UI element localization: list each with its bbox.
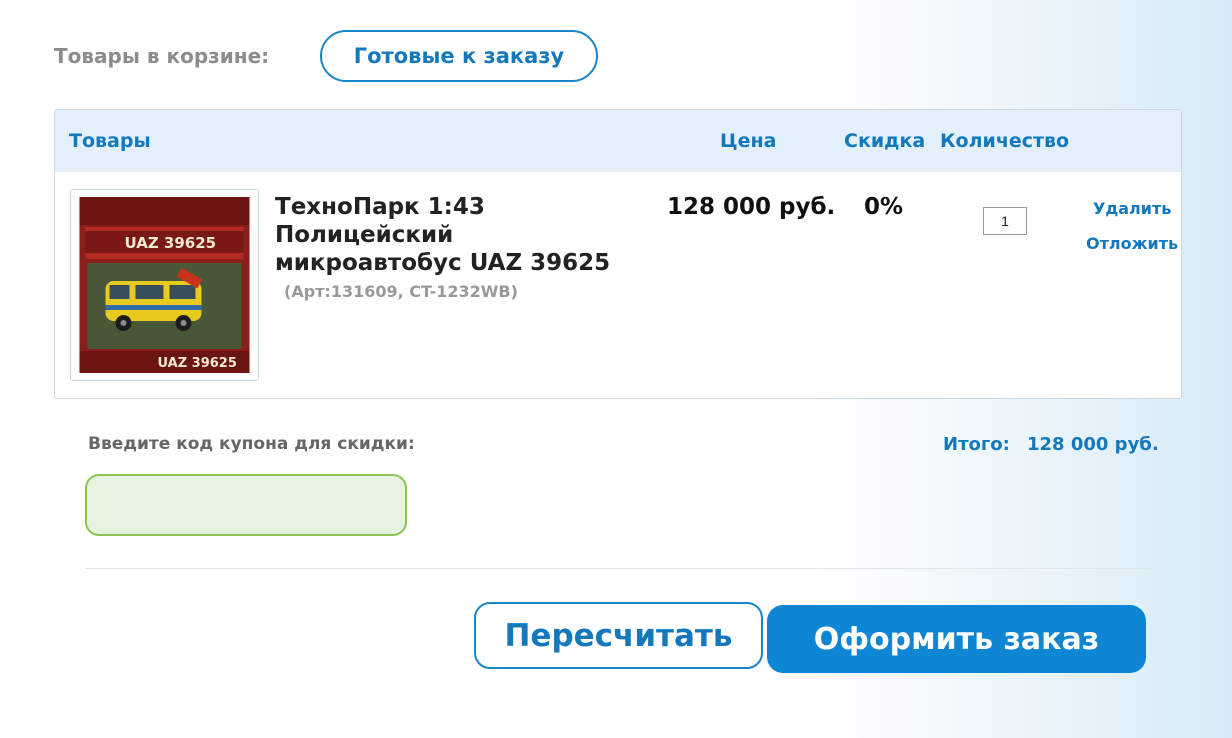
image-title-bottom: UAZ 39625 — [158, 356, 237, 371]
total-value: 128 000 руб. — [1027, 434, 1159, 455]
tab-ready-to-order[interactable]: Готовые к заказу — [320, 30, 598, 82]
divider — [85, 568, 1149, 569]
column-header-price: Цена — [720, 130, 777, 152]
quantity-input[interactable] — [983, 207, 1027, 235]
product-sku: (Арт:131609, CT-1232WB) — [284, 282, 518, 301]
cart-items-label: Товары в корзине: — [54, 44, 270, 68]
coupon-label: Введите код купона для скидки: — [88, 434, 415, 454]
product-price: 128 000 руб. — [667, 194, 836, 220]
recalculate-button[interactable]: Пересчитать — [474, 602, 763, 669]
coupon-input[interactable] — [85, 474, 407, 536]
cart-table: Товары Цена Скидка Количество UAZ 39625 … — [54, 109, 1182, 399]
image-title-top: UAZ 39625 — [125, 234, 217, 252]
product-image: UAZ 39625 UAZ 39625 — [79, 197, 250, 373]
column-header-goods: Товары — [69, 130, 151, 152]
postpone-link[interactable]: Отложить — [1086, 234, 1178, 253]
table-header: Товары Цена Скидка Количество — [55, 110, 1181, 172]
checkout-button[interactable]: Оформить заказ — [767, 605, 1146, 673]
product-discount: 0% — [864, 194, 904, 220]
column-header-discount: Скидка — [844, 130, 926, 152]
product-image-link[interactable]: UAZ 39625 UAZ 39625 — [70, 189, 259, 381]
delete-link[interactable]: Удалить — [1093, 199, 1171, 218]
total-label: Итого: — [943, 434, 1010, 455]
column-header-quantity: Количество — [940, 130, 1070, 152]
product-title-link[interactable]: ТехноПарк 1:43 Полицейский микроавтобус … — [275, 193, 645, 277]
